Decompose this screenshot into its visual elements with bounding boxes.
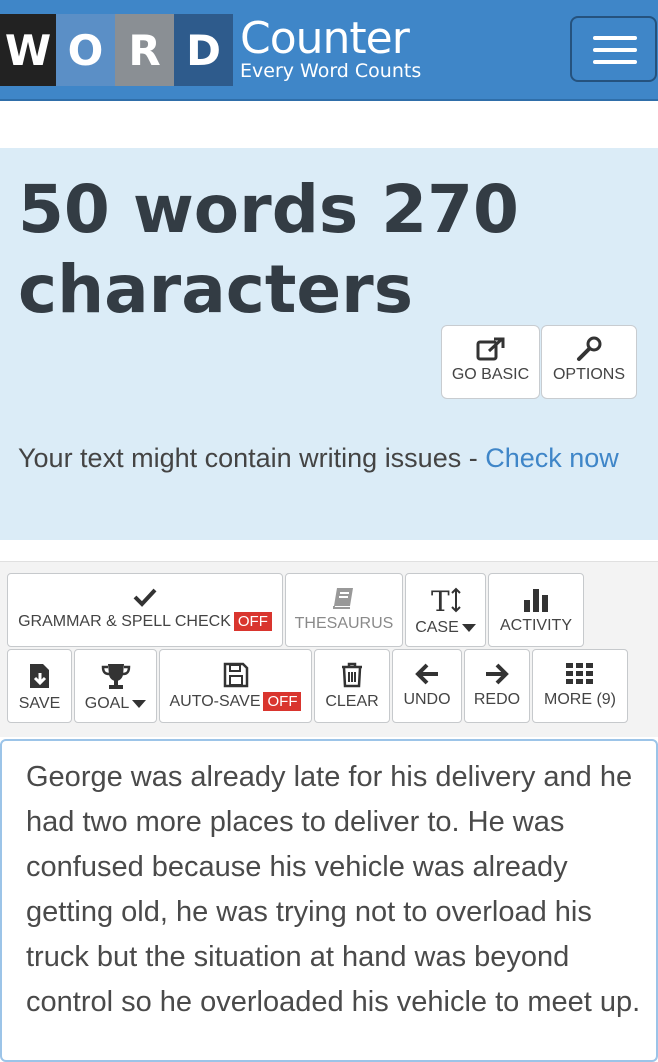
grammar-label: GRAMMAR & SPELL CHECK <box>18 613 231 630</box>
site-header: W O R D Counter Every Word Counts <box>0 0 658 101</box>
redo-label: REDO <box>473 691 521 708</box>
logo-word-counter: Counter <box>240 13 410 64</box>
redo-button[interactable]: REDO <box>464 649 530 723</box>
download-file-icon <box>29 664 49 688</box>
hamburger-menu-icon <box>593 60 637 64</box>
hamburger-menu-button[interactable] <box>570 16 657 82</box>
goal-label: GOAL <box>84 695 130 712</box>
clear-button[interactable]: CLEAR <box>314 649 390 723</box>
logo-tagline: Every Word Counts <box>240 60 422 82</box>
save-button[interactable]: SAVE <box>7 649 72 723</box>
external-link-icon <box>476 337 504 361</box>
book-icon <box>333 588 353 609</box>
stats-panel: 50 words 270 characters GO BASIC OPTIONS… <box>0 148 658 540</box>
auto-save-off-badge: OFF <box>263 692 302 711</box>
case-button[interactable]: T CASE <box>405 573 486 647</box>
grammar-off-badge: OFF <box>233 612 272 631</box>
options-label: OPTIONS <box>552 366 625 383</box>
editor-content[interactable]: George was already late for his delivery… <box>26 755 646 1025</box>
logo-tile-r: R <box>115 14 174 86</box>
check-now-link[interactable]: Check now <box>485 443 619 473</box>
logo-tile-o: O <box>56 14 115 86</box>
more-label: MORE (9) <box>544 691 616 708</box>
logo[interactable]: W O R D <box>0 14 233 86</box>
chevron-down-icon <box>461 623 476 632</box>
grid-icon <box>566 663 593 684</box>
floppy-disk-icon <box>223 662 248 688</box>
arrow-right-icon <box>486 663 509 685</box>
checkmark-icon <box>133 588 157 607</box>
go-basic-label: GO BASIC <box>451 366 530 383</box>
hamburger-menu-icon <box>593 36 637 40</box>
case-label: CASE <box>415 619 459 636</box>
thesaurus-button[interactable]: THESAURUS <box>285 573 403 647</box>
trophy-icon <box>101 664 130 689</box>
save-label: SAVE <box>18 695 61 712</box>
auto-save-label: AUTO-SAVE <box>169 693 261 710</box>
options-button[interactable]: OPTIONS <box>541 325 637 399</box>
chevron-down-icon <box>132 699 147 708</box>
text-case-icon: T <box>431 586 461 614</box>
wrench-icon <box>577 336 602 361</box>
clear-label: CLEAR <box>325 693 379 710</box>
word-character-count: 50 words 270 characters <box>18 171 519 328</box>
activity-button[interactable]: ACTIVITY <box>488 573 584 647</box>
thesaurus-label: THESAURUS <box>294 615 394 632</box>
logo-tile-d: D <box>174 14 233 86</box>
undo-button[interactable]: UNDO <box>392 649 462 723</box>
svg-text:T: T <box>431 586 450 614</box>
writing-issues-notice: Your text might contain writing issues -… <box>18 438 638 478</box>
writing-issues-text: Your text might contain writing issues - <box>18 443 486 473</box>
more-button[interactable]: MORE (9) <box>532 649 628 723</box>
auto-save-button[interactable]: AUTO-SAVE OFF <box>159 649 312 723</box>
undo-label: UNDO <box>403 691 451 708</box>
trash-icon <box>342 662 362 688</box>
goal-button[interactable]: GOAL <box>74 649 157 723</box>
toolbar: GRAMMAR & SPELL CHECK OFF THESAURUS T CAS… <box>0 561 658 737</box>
bar-chart-icon <box>524 589 548 612</box>
grammar-spell-check-button[interactable]: GRAMMAR & SPELL CHECK OFF <box>7 573 283 647</box>
go-basic-button[interactable]: GO BASIC <box>441 325 540 399</box>
arrow-left-icon <box>415 663 438 685</box>
activity-label: ACTIVITY <box>499 617 572 634</box>
hamburger-menu-icon <box>593 48 637 52</box>
logo-tile-w: W <box>0 14 56 86</box>
text-editor[interactable]: George was already late for his delivery… <box>0 739 658 1062</box>
